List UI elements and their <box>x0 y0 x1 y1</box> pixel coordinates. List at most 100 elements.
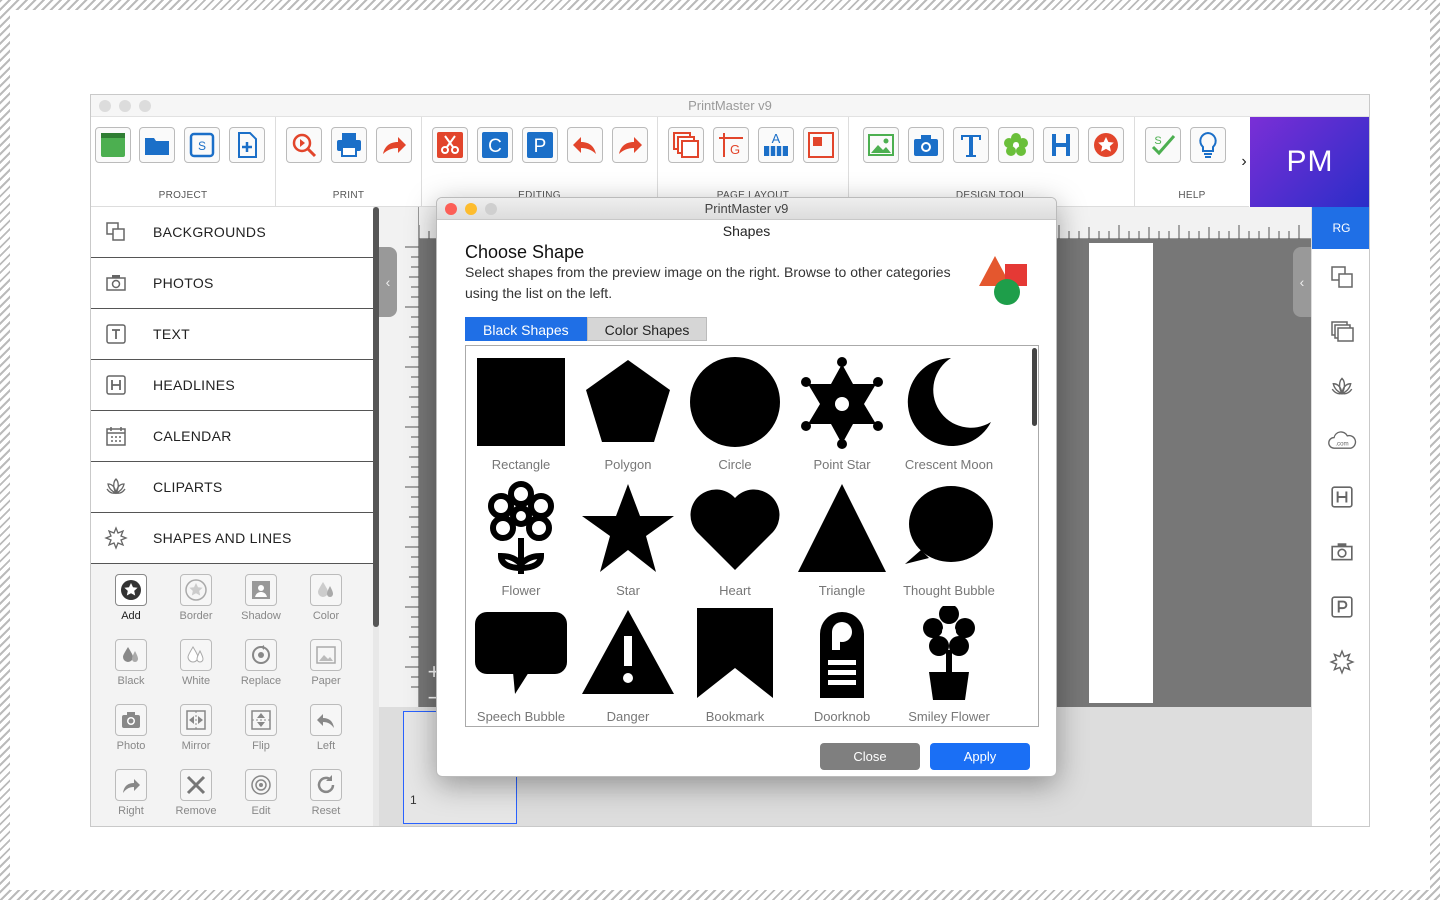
help-tips-button[interactable] <box>1190 127 1226 163</box>
camera-icon[interactable] <box>1327 537 1357 567</box>
shape-polygon[interactable]: Polygon <box>575 350 681 474</box>
add-text-button[interactable] <box>953 127 989 163</box>
align-button[interactable]: A <box>758 127 794 163</box>
tool-right[interactable]: Right <box>99 769 163 826</box>
main-toolbar: S PROJECT PRINT C P EDITING G A PAGE LAY… <box>91 117 1249 207</box>
star-burst-icon[interactable] <box>1327 647 1357 677</box>
new-project-button[interactable] <box>95 127 131 163</box>
layers-button[interactable] <box>668 127 704 163</box>
sidebar-item-shapes-and-lines[interactable]: SHAPES AND LINES <box>91 513 373 564</box>
camera-icon <box>103 270 129 296</box>
sidebar-item-label: CALENDAR <box>153 428 232 444</box>
print-preview-button[interactable] <box>286 127 322 163</box>
apply-button[interactable]: Apply <box>930 743 1030 770</box>
page-background-button[interactable] <box>803 127 839 163</box>
tab-color-shapes[interactable]: Color Shapes <box>586 317 708 341</box>
backgrounds-icon[interactable] <box>1327 262 1357 292</box>
undo-button[interactable] <box>567 127 603 163</box>
layers-icon[interactable] <box>1327 317 1357 347</box>
sidebar-item-photos[interactable]: PHOTOS <box>91 258 373 309</box>
shape-rectangle[interactable]: Rectangle <box>468 350 574 474</box>
tool-flip[interactable]: Flip <box>229 704 293 764</box>
add-clipart-button[interactable] <box>998 127 1034 163</box>
shape-triangle[interactable]: Triangle <box>789 476 895 600</box>
tool-shadow[interactable]: Shadow <box>229 574 293 634</box>
cloud-com-icon[interactable]: .com <box>1327 427 1357 457</box>
collapse-right-panel-button[interactable]: ‹ <box>1293 247 1311 317</box>
add-shape-button[interactable] <box>1088 127 1124 163</box>
backgrounds-icon <box>103 219 129 245</box>
chevron-right-icon[interactable]: › <box>1237 117 1251 207</box>
grid-scrollbar[interactable] <box>1032 348 1037 426</box>
tab-black-shapes[interactable]: Black Shapes <box>465 317 587 341</box>
add-headline-button[interactable] <box>1043 127 1079 163</box>
add-image-button[interactable] <box>863 127 899 163</box>
shape-crescent-moon[interactable]: Crescent Moon <box>896 350 1002 474</box>
shape-speech-bubble[interactable]: Speech Bubble <box>468 602 574 726</box>
dialog-minimize-dot[interactable] <box>465 203 477 215</box>
share-button[interactable] <box>376 127 412 163</box>
shape-thought-bubble[interactable]: Thought Bubble <box>896 476 1002 600</box>
tool-border[interactable]: Border <box>164 574 228 634</box>
flower-outline-icon <box>488 481 554 574</box>
lotus-icon[interactable] <box>1327 372 1357 402</box>
add-star-icon <box>115 574 147 606</box>
shape-heart[interactable]: Heart <box>682 476 788 600</box>
paste-button[interactable]: P <box>522 127 558 163</box>
shape-bookmark[interactable]: Bookmark <box>682 602 788 726</box>
guides-button[interactable]: G <box>713 127 749 163</box>
tool-color[interactable]: Color <box>294 574 358 634</box>
shape-point-star[interactable]: Point Star <box>789 350 895 474</box>
app-logo: PM <box>1250 117 1369 207</box>
sidebar-item-headlines[interactable]: HEADLINES <box>91 360 373 411</box>
tool-white[interactable]: White <box>164 639 228 699</box>
copy-button[interactable]: C <box>477 127 513 163</box>
sidebar-item-text[interactable]: TEXT <box>91 309 373 360</box>
avatar[interactable]: RG <box>1312 207 1369 249</box>
redo-button[interactable] <box>612 127 648 163</box>
shape-danger[interactable]: Danger <box>575 602 681 726</box>
calendar-icon <box>103 423 129 449</box>
sidebar-item-cliparts[interactable]: CLIPARTS <box>91 462 373 513</box>
mirror-icon <box>180 704 212 736</box>
dialog-close-dot[interactable] <box>445 203 457 215</box>
tool-photo[interactable]: Photo <box>99 704 163 764</box>
save-project-button[interactable]: S <box>184 127 220 163</box>
headline-icon[interactable] <box>1327 482 1357 512</box>
dialog-zoom-dot[interactable] <box>485 203 497 215</box>
tool-reset[interactable]: Reset <box>294 769 358 826</box>
shape-star[interactable]: Star <box>575 476 681 600</box>
shape-doorknob[interactable]: Doorknob <box>789 602 895 726</box>
open-project-button[interactable] <box>139 127 175 163</box>
remove-x-icon <box>180 769 212 801</box>
close-button[interactable]: Close <box>820 743 920 770</box>
camera-icon <box>115 704 147 736</box>
page-number: 1 <box>410 793 417 807</box>
spellcheck-button[interactable]: S <box>1145 127 1181 163</box>
toolbar-group-design-tool: DESIGN TOOL <box>849 117 1135 207</box>
tool-mirror[interactable]: Mirror <box>164 704 228 764</box>
document-page[interactable] <box>1089 243 1153 703</box>
window-zoom-button[interactable] <box>139 100 151 112</box>
shape-circle[interactable]: Circle <box>682 350 788 474</box>
shape-flower[interactable]: Flower <box>468 476 574 600</box>
triangle-icon <box>798 484 886 572</box>
tool-paper[interactable]: Paper <box>294 639 358 699</box>
cut-button[interactable] <box>432 127 468 163</box>
tool-edit[interactable]: Edit <box>229 769 293 826</box>
tool-replace[interactable]: Replace <box>229 639 293 699</box>
tool-remove[interactable]: Remove <box>164 769 228 826</box>
paste-p-icon[interactable] <box>1327 592 1357 622</box>
sidebar-item-backgrounds[interactable]: BACKGROUNDS <box>91 207 373 258</box>
tool-add[interactable]: Add <box>99 574 163 634</box>
shape-smiley-flower[interactable]: Smiley Flower <box>896 602 1002 726</box>
sidebar-item-calendar[interactable]: CALENDAR <box>91 411 373 462</box>
window-close-button[interactable] <box>99 100 111 112</box>
window-minimize-button[interactable] <box>119 100 131 112</box>
add-photo-button[interactable] <box>908 127 944 163</box>
collapse-left-panel-button[interactable]: ‹ <box>379 247 397 317</box>
print-button[interactable] <box>331 127 367 163</box>
tool-black[interactable]: Black <box>99 639 163 699</box>
tool-left[interactable]: Left <box>294 704 358 764</box>
add-page-button[interactable] <box>229 127 265 163</box>
